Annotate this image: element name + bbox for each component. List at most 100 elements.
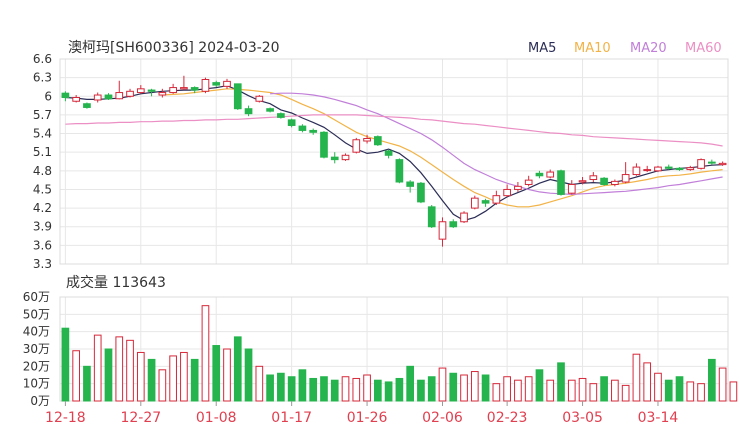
candle-body: [589, 175, 598, 181]
volume-bar: [104, 348, 113, 402]
volume-bar: [212, 345, 221, 402]
candle: [621, 162, 630, 184]
candle: [406, 180, 415, 193]
volume-tick-label: 60万: [23, 290, 50, 304]
candle: [277, 112, 285, 119]
volume-bar: [460, 374, 468, 402]
candle-body: [611, 180, 619, 185]
candle: [470, 195, 479, 210]
volume-bar: [309, 377, 318, 402]
candle: [126, 88, 134, 98]
volume-bar: [277, 372, 285, 402]
candle: [514, 182, 522, 192]
volume-title: 成交量 113643: [66, 274, 166, 291]
candle-body: [244, 108, 253, 115]
volume-bar: [535, 369, 544, 402]
candle-body: [686, 167, 695, 171]
price-tick-label: 4.8: [33, 164, 52, 178]
candle-body: [697, 159, 705, 169]
candle-body: [147, 89, 156, 92]
candle: [524, 175, 533, 187]
candle: [352, 137, 361, 154]
candle-body: [503, 188, 511, 197]
volume-tick-label: 0万: [30, 394, 50, 408]
candle-body: [83, 103, 91, 108]
candle: [298, 124, 307, 133]
volume-bar: [169, 355, 177, 402]
volume-bar: [126, 339, 134, 402]
volume-bar: [244, 348, 253, 402]
candle: [481, 198, 490, 207]
date-label: 01-17: [271, 410, 312, 426]
volume-bar: [503, 376, 511, 402]
volume-bar: [417, 379, 425, 402]
candle: [93, 92, 102, 103]
price-axis: 6.6 6.3 6 5.7 5.4 5.1 4.8 4.5 4.2 3.9 3.6 3.3: [33, 52, 52, 271]
candle-body: [190, 87, 199, 91]
candle-body: [460, 212, 468, 223]
candle: [266, 107, 274, 113]
candle: [212, 80, 221, 87]
candle: [600, 177, 608, 186]
price-tick-label: 5.7: [33, 108, 52, 122]
candle-body: [352, 139, 361, 153]
volume-bar: [567, 379, 576, 402]
candle-body: [578, 180, 587, 183]
price-tick-label: 3.6: [33, 238, 52, 252]
candle-body: [287, 119, 296, 126]
date-label: 03-14: [638, 410, 679, 426]
ma-line-ma20: [270, 92, 723, 196]
volume-bar: [611, 379, 619, 402]
volume-bar: [395, 377, 404, 402]
date-label: 12-18: [45, 410, 86, 426]
stock-chart: 澳柯玛[SH600336] 2024-03-20 MA5 MA10 MA20 MA60…: [23, 40, 738, 426]
candle-body: [535, 172, 544, 177]
candle-body: [255, 95, 264, 102]
volume-bars: [61, 305, 738, 402]
candle-body: [654, 166, 662, 172]
price-frame: [59, 58, 729, 265]
price-tick-label: 4.2: [33, 201, 52, 215]
volume-bar: [578, 377, 587, 402]
candle-body: [524, 179, 533, 185]
volume-bar: [147, 358, 156, 402]
candle-body: [481, 200, 490, 204]
date-label: 12-27: [120, 410, 161, 426]
candle-body: [136, 88, 145, 94]
candle-body: [266, 108, 274, 112]
candle-body: [600, 177, 608, 185]
price-tick-label: 4.5: [33, 182, 52, 196]
candle: [395, 158, 404, 184]
candle-body: [675, 167, 684, 171]
volume-bar: [697, 383, 705, 402]
volume-bar: [61, 327, 70, 402]
volume-bar: [589, 383, 598, 402]
volume-bar: [201, 305, 210, 402]
candle: [567, 180, 576, 195]
candle-body: [309, 129, 318, 133]
candle-body: [417, 182, 425, 203]
price-tick-label: 6: [44, 89, 52, 103]
candle-body: [707, 161, 716, 164]
candle-body: [104, 94, 113, 100]
volume-bar: [341, 376, 350, 402]
candle-body: [406, 181, 415, 187]
candle-body: [72, 97, 81, 102]
candle: [664, 164, 673, 170]
candle-body: [567, 183, 576, 194]
candle-body: [180, 87, 188, 90]
candle: [115, 80, 124, 100]
candle-body: [158, 92, 167, 96]
volume-bar: [72, 350, 81, 402]
candle: [427, 204, 436, 228]
date-label: 03-05: [562, 410, 603, 426]
volume-bar: [330, 379, 339, 402]
candle-body: [115, 92, 124, 100]
candle-body: [438, 221, 447, 240]
volume-bar: [352, 377, 361, 402]
candle: [492, 190, 501, 205]
volume-bar: [287, 376, 296, 402]
price-tick-label: 6.3: [33, 71, 52, 85]
candle: [223, 78, 231, 89]
volume-bar: [686, 381, 695, 402]
